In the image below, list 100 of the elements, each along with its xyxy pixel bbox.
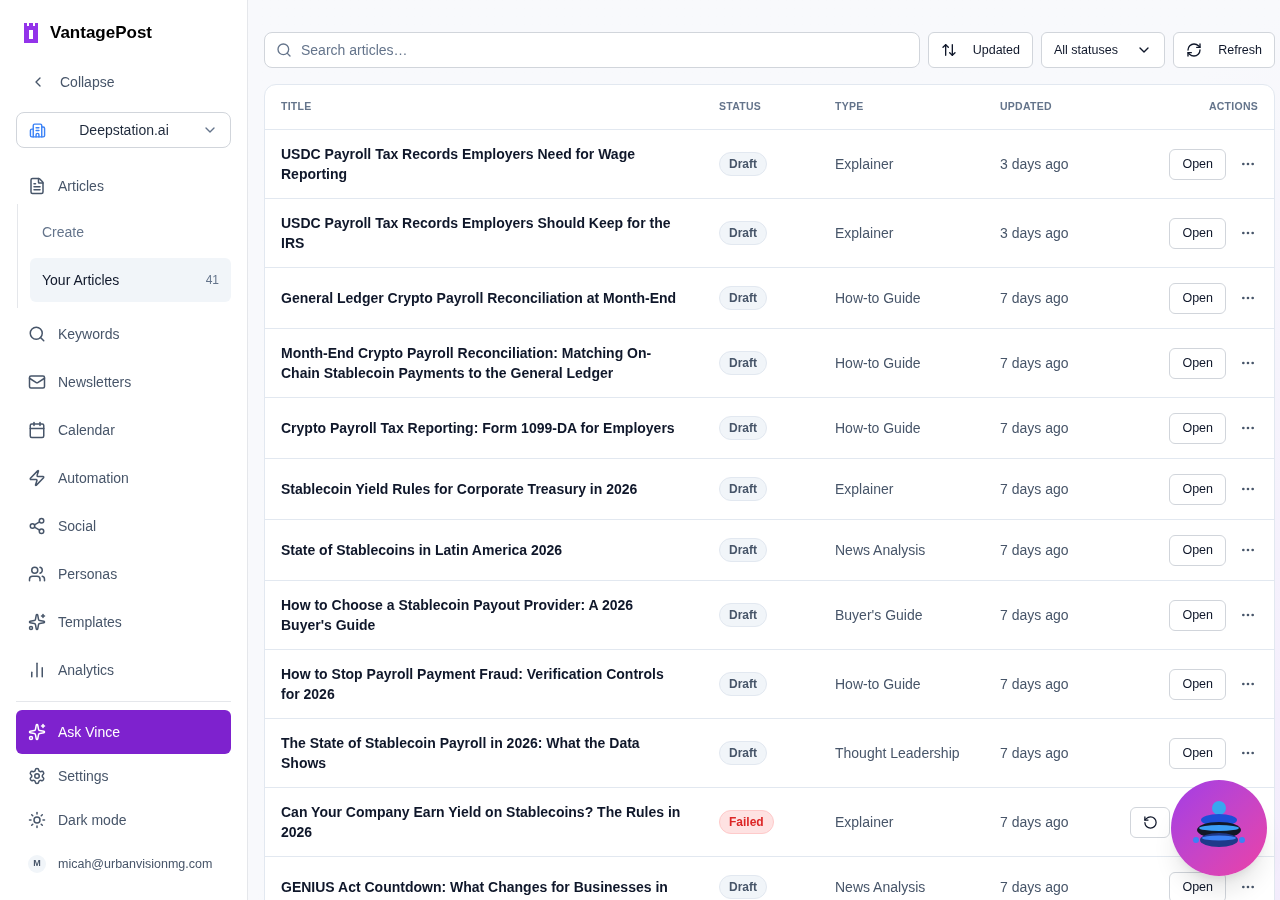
user-avatar: M <box>28 855 46 873</box>
open-button[interactable]: Open <box>1169 148 1226 180</box>
ask-vince-button[interactable]: Ask Vince <box>16 710 231 754</box>
article-type: News Analysis <box>835 540 927 560</box>
settings-icon <box>28 767 46 785</box>
status-filter[interactable]: All statuses <box>1041 32 1165 68</box>
column-header: STATUS <box>719 99 763 115</box>
count: 41 <box>205 272 219 289</box>
sparkles-icon <box>28 613 46 631</box>
column-header: TITLE <box>281 99 313 115</box>
status-badge: Draft <box>719 672 767 696</box>
workspace-select[interactable]: Deepstation.ai <box>16 112 231 148</box>
brand-name: VantagePost <box>50 22 153 45</box>
open-button[interactable]: Open <box>1169 534 1226 566</box>
sort-button[interactable]: Updated <box>928 32 1033 68</box>
open-button[interactable]: Open <box>1169 282 1226 314</box>
sort-icon <box>941 42 957 58</box>
share-icon <box>28 517 46 535</box>
article-title: General Ledger Crypto Payroll Reconciliation at Month-End <box>281 289 678 308</box>
article-title: Stablecoin Yield Rules for Corporate Treasury in 2026 <box>281 480 639 499</box>
status-badge: Draft <box>719 875 767 899</box>
user-email: micah@urbanvisionmg.com <box>58 855 213 873</box>
article-type: Buyer's Guide <box>835 605 924 625</box>
logo-icon <box>24 23 38 43</box>
search-icon <box>276 42 292 58</box>
article-type: Explainer <box>835 812 895 832</box>
lightning-icon <box>28 469 46 487</box>
search-icon <box>28 325 46 343</box>
nav-item[interactable]: Newsletters <box>16 358 231 406</box>
updated-time: 7 days ago <box>1000 605 1070 625</box>
article-title: USDC Payroll Tax Records Employers Need for Wage Reporting <box>281 145 636 184</box>
sparkles-icon <box>28 723 46 741</box>
article-type: How-to Guide <box>835 418 922 438</box>
status-badge: Draft <box>719 286 767 310</box>
status-badge: Failed <box>719 810 774 834</box>
open-button[interactable]: Open <box>1169 473 1226 505</box>
document-icon <box>28 177 46 195</box>
collapse-button[interactable]: Collapse <box>16 66 231 98</box>
open-button[interactable]: Open <box>1169 737 1226 769</box>
article-title: Can Your Company Earn Yield on Stablecoins? The Rules in 2026 <box>281 803 681 842</box>
article-title: How to Stop Payroll Payment Fraud: Verification Controls for 2026 <box>281 665 665 704</box>
updated-time: 7 days ago <box>1000 812 1070 832</box>
search-field[interactable]: Search articles… <box>264 32 920 68</box>
status-badge: Draft <box>719 351 767 375</box>
open-button[interactable]: Open <box>1169 217 1226 249</box>
column-header: TYPE <box>835 99 865 115</box>
nav-subitem[interactable]: Create <box>30 210 231 254</box>
sun-icon <box>28 811 46 829</box>
updated-time: 7 days ago <box>1000 674 1070 694</box>
article-type: Explainer <box>835 223 895 243</box>
nav-item[interactable]: Articles <box>16 168 231 204</box>
updated-time: 7 days ago <box>1000 743 1070 763</box>
settings-button[interactable]: Settings <box>16 754 231 798</box>
updated-time: 3 days ago <box>1000 154 1070 174</box>
open-button[interactable]: Open <box>1169 599 1226 631</box>
status-badge: Draft <box>719 152 767 176</box>
status-badge: Draft <box>719 221 767 245</box>
status-badge: Draft <box>719 741 767 765</box>
article-type: Thought Leadership <box>835 743 961 763</box>
open-button[interactable]: Open <box>1169 347 1226 379</box>
nav-item[interactable]: Templates <box>16 598 231 646</box>
article-type: Explainer <box>835 479 895 499</box>
updated-time: 3 days ago <box>1000 223 1070 243</box>
nav-item[interactable]: Analytics <box>16 646 231 694</box>
open-button[interactable]: Open <box>1169 412 1226 444</box>
article-title: State of Stablecoins in Latin America 2026 <box>281 541 564 560</box>
refresh-icon <box>1186 42 1202 58</box>
article-type: How-to Guide <box>835 353 922 373</box>
nav-item[interactable]: Keywords <box>16 310 231 358</box>
users-icon <box>28 565 46 583</box>
updated-time: 7 days ago <box>1000 418 1070 438</box>
article-title: USDC Payroll Tax Records Employers Should Keep for the IRS <box>281 214 672 253</box>
nav-subitem[interactable]: Your Articles 41 <box>30 258 231 302</box>
nav-item[interactable]: Automation <box>16 454 231 502</box>
nav-item[interactable]: Social <box>16 502 231 550</box>
mail-icon <box>28 373 46 391</box>
article-type: How-to Guide <box>835 674 922 694</box>
retry-icon <box>1142 814 1158 830</box>
status-badge: Draft <box>719 477 767 501</box>
article-type: How-to Guide <box>835 288 922 308</box>
article-title: The State of Stablecoin Payroll in 2026: What the Data Shows <box>281 734 641 773</box>
updated-time: 7 days ago <box>1000 288 1070 308</box>
updated-time: 7 days ago <box>1000 540 1070 560</box>
status-badge: Draft <box>719 416 767 440</box>
open-button[interactable]: Open <box>1169 668 1226 700</box>
column-header: UPDATED <box>1000 99 1053 115</box>
updated-time: 7 days ago <box>1000 479 1070 499</box>
refresh-button[interactable]: Refresh <box>1173 32 1275 68</box>
nav-item[interactable]: Calendar <box>16 406 231 454</box>
status-badge: Draft <box>719 603 767 627</box>
retry-button[interactable] <box>1130 806 1170 838</box>
bar-chart-icon <box>28 661 46 679</box>
nav-item[interactable]: Personas <box>16 550 231 598</box>
status-badge: Draft <box>719 538 767 562</box>
article-type: News Analysis <box>835 877 927 897</box>
building-icon <box>29 121 46 139</box>
updated-time: 7 days ago <box>1000 877 1070 897</box>
article-title: Crypto Payroll Tax Reporting: Form 1099-DA for Employers <box>281 419 676 438</box>
article-title: GENIUS Act Countdown: What Changes for Businesses in <box>281 878 669 897</box>
dark-mode-button[interactable]: Dark mode <box>16 798 231 842</box>
